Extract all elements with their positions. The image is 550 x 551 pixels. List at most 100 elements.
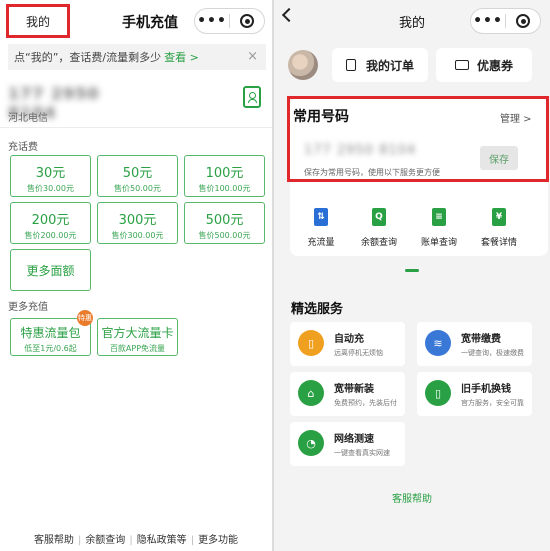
tile-sub: 一键查看真实网速: [334, 449, 390, 457]
service-bill[interactable]: ≡ 账单查询: [414, 208, 464, 248]
footer-link-privacy[interactable]: 隐私政策等: [137, 535, 187, 546]
page-title: 手机充值: [122, 15, 178, 31]
amount-value: 100元: [205, 166, 244, 181]
close-miniprogram-button[interactable]: [230, 14, 264, 28]
amount-option[interactable]: 50元 售价50.00元: [97, 155, 178, 197]
footer-link-balance[interactable]: 余额查询: [85, 535, 125, 546]
amount-value: 500元: [205, 213, 244, 228]
close-miniprogram-button[interactable]: [506, 14, 540, 28]
manage-link[interactable]: 管理 >: [500, 110, 532, 125]
trade-in-icon: ▯: [425, 380, 451, 406]
footer-link-more[interactable]: 更多功能: [198, 535, 238, 546]
amount-option[interactable]: 500元 售价500.00元: [184, 202, 265, 244]
amount-price: 售价30.00元: [27, 184, 74, 193]
tile-sub: 免费预约，先装后付: [334, 399, 397, 407]
package-option[interactable]: 官方大流量卡 百款APP免流量: [97, 318, 178, 356]
order-icon: [345, 59, 356, 71]
section-featured-title: 精选服务: [291, 302, 344, 317]
amount-price: 售价200.00元: [24, 231, 77, 240]
more-menu-button[interactable]: •••: [195, 11, 229, 31]
section-recharge-label: 充话费: [8, 142, 38, 153]
page-indicator: [405, 269, 419, 272]
common-phone-number: 177 2950 8104: [304, 143, 417, 158]
amount-price: 售价500.00元: [198, 231, 251, 240]
more-amounts-button[interactable]: 更多面额: [10, 249, 91, 291]
amount-value: 300元: [118, 213, 157, 228]
amount-price: 售价50.00元: [114, 184, 161, 193]
page-title: 我的: [398, 16, 425, 31]
help-link[interactable]: 客服帮助: [274, 490, 550, 505]
tip-text: 点“我的”，查话费/流量剩多少: [14, 51, 162, 64]
broadband-pay-icon: ≋: [425, 330, 451, 356]
section-common-title: 常用号码: [293, 109, 349, 125]
tile-trade-in[interactable]: ▯ 旧手机换钱 官方服务，安全可靠: [417, 372, 532, 416]
my-orders-button[interactable]: 我的订单: [332, 48, 428, 82]
service-flow[interactable]: ⇅ 充流量: [296, 208, 346, 248]
tile-title: 自动充: [334, 334, 364, 345]
flow-icon: ⇅: [314, 208, 328, 226]
tile-broadband-install[interactable]: ⌂ 宽带新装 免费预约，先装后付: [290, 372, 405, 416]
balance-query-icon: Q: [372, 208, 386, 226]
amount-price: 售价300.00元: [111, 231, 164, 240]
amount-option[interactable]: 300元 售价300.00元: [97, 202, 178, 244]
speed-test-icon: ◔: [298, 430, 324, 456]
service-balance[interactable]: Q 余额查询: [354, 208, 404, 248]
mine-button[interactable]: 我的: [6, 4, 70, 38]
tile-auto-recharge[interactable]: ▯ 自动充 远离停机无烦恼: [290, 322, 405, 366]
package-sub: 低至1元/0.6起: [24, 344, 77, 353]
service-label: 套餐详情: [480, 238, 517, 248]
tile-broadband-pay[interactable]: ≋ 宽带缴费 一键查询，极速缴费: [417, 322, 532, 366]
promo-badge: 特惠: [77, 310, 93, 326]
footer-separator: |: [129, 535, 133, 546]
broadband-install-icon: ⌂: [298, 380, 324, 406]
save-button[interactable]: 保存: [480, 146, 518, 170]
service-label: 余额查询: [360, 238, 397, 248]
ticket-icon: [454, 60, 469, 70]
service-label: 充流量: [307, 238, 335, 248]
amount-value: 50元: [122, 166, 153, 181]
target-icon: [516, 14, 530, 28]
my-orders-label: 我的订单: [365, 58, 414, 73]
amount-value: 200元: [31, 213, 70, 228]
auto-recharge-icon: ▯: [298, 330, 324, 356]
package-title: 官方大流量卡: [101, 326, 174, 340]
amount-option[interactable]: 200元 售价200.00元: [10, 202, 91, 244]
tile-title: 网络测速: [334, 434, 374, 445]
amount-value: 30元: [35, 166, 66, 181]
coupons-button[interactable]: 优惠券: [436, 48, 532, 82]
target-icon: [240, 14, 254, 28]
avatar[interactable]: [288, 50, 318, 80]
plan-detail-icon: ¥: [492, 208, 506, 226]
footer-separator: |: [190, 535, 195, 546]
save-hint: 保存为常用号码，使用以下服务更方便: [304, 168, 440, 177]
amount-option[interactable]: 30元 售价30.00元: [10, 155, 91, 197]
tile-speed-test[interactable]: ◔ 网络测速 一键查看真实网速: [290, 422, 405, 466]
tile-sub: 一键查询，极速缴费: [461, 349, 524, 357]
tile-title: 宽带缴费: [461, 334, 501, 345]
contacts-icon[interactable]: [243, 86, 261, 108]
service-label: 账单查询: [420, 238, 457, 248]
footer-link-help[interactable]: 客服帮助: [34, 535, 74, 546]
back-icon[interactable]: [281, 7, 297, 23]
recharge-header: 我的 手机充值 •••: [0, 0, 272, 42]
phone-number: 177 2950 8104: [8, 84, 100, 122]
mine-panel: 我的 ••• 我的订单 优惠券 常用号码 管理 > 177 2950 8104 …: [274, 0, 550, 551]
tile-title: 宽带新装: [334, 384, 374, 395]
carrier-label: 河北电信: [8, 113, 48, 124]
section-more-label: 更多充值: [8, 302, 48, 313]
service-plan[interactable]: ¥ 套餐详情: [474, 208, 524, 248]
footer-links: 客服帮助 | 余额查询 | 隐私政策等 | 更多功能: [0, 531, 272, 546]
recharge-panel: 我的 手机充值 ••• 点“我的”，查话费/流量剩多少 查看 > × 177 2…: [0, 0, 272, 551]
package-sub: 百款APP免流量: [109, 344, 166, 353]
amount-price: 售价100.00元: [198, 184, 251, 193]
tile-sub: 远离停机无烦恼: [334, 349, 383, 357]
amount-option[interactable]: 100元 售价100.00元: [184, 155, 265, 197]
close-icon[interactable]: ×: [247, 49, 258, 64]
miniprogram-capsule: •••: [470, 8, 541, 34]
divider: [0, 127, 272, 128]
coupons-label: 优惠券: [476, 58, 513, 73]
more-menu-button[interactable]: •••: [471, 11, 505, 31]
tip-view-link[interactable]: 查看 >: [164, 49, 199, 65]
package-title: 特惠流量包: [20, 326, 81, 340]
footer-separator: |: [77, 535, 82, 546]
